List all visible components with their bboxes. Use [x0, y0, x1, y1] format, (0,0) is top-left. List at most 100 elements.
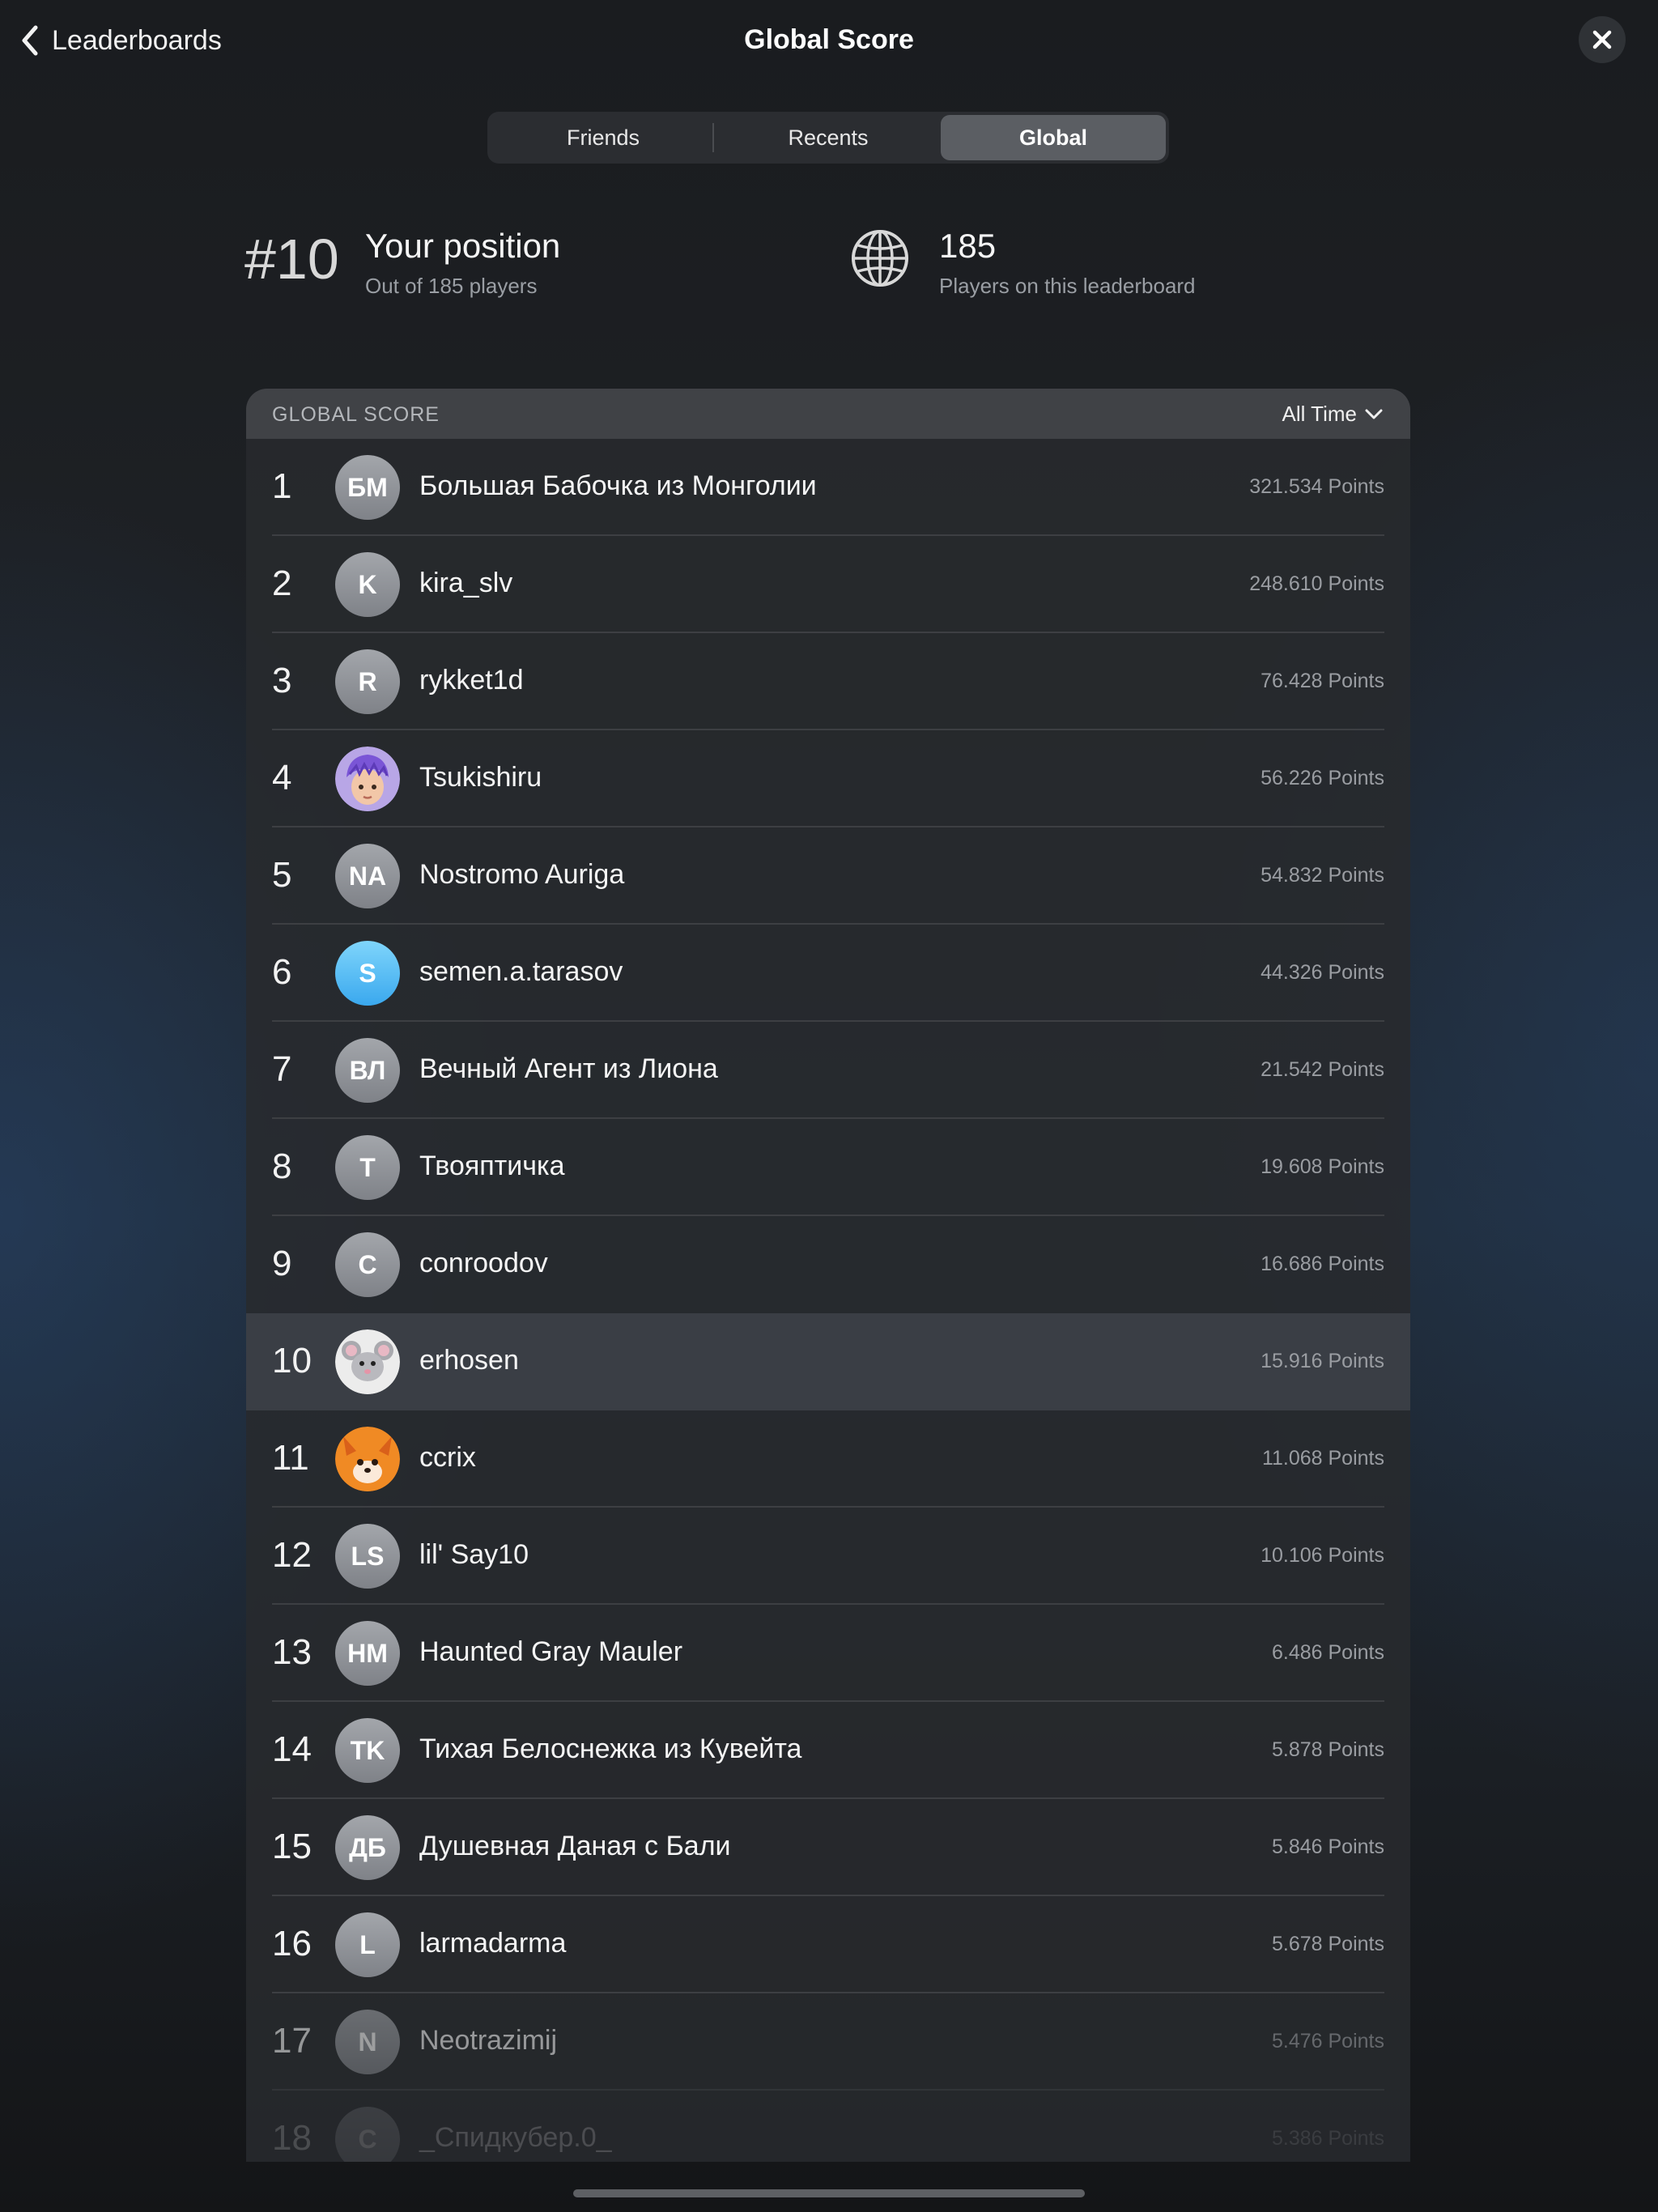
home-indicator[interactable] [573, 2189, 1085, 2197]
player-points: 19.608 Points [1261, 1155, 1384, 1178]
player-name: lil' Say10 [419, 1539, 529, 1570]
avatar: HM [335, 1621, 400, 1686]
player-name: rykket1d [419, 665, 524, 696]
rank-number: 4 [272, 758, 292, 798]
globe-icon [852, 230, 908, 287]
table-row[interactable]: 12 LS lil' Say10 10.106 Points [246, 1508, 1410, 1605]
player-points: 321.534 Points [1249, 475, 1384, 498]
player-points: 16.686 Points [1261, 1253, 1384, 1275]
time-filter-dropdown[interactable]: All Time [1282, 402, 1383, 427]
time-filter-label: All Time [1282, 402, 1357, 426]
your-position-subtitle: Out of 185 players [365, 274, 538, 298]
table-row[interactable]: 18 C _Спидкубер.0_ 5.386 Points [246, 2091, 1410, 2162]
player-name: Большая Бабочка из Монголии [419, 470, 817, 501]
player-points: 5.878 Points [1272, 1738, 1384, 1761]
table-row[interactable]: 9 C conroodov 16.686 Points [246, 1216, 1410, 1313]
your-rank: #10 [244, 228, 339, 291]
player-name: kira_slv [419, 568, 513, 598]
table-row[interactable]: 7 ВЛ Вечный Агент из Лиона 21.542 Points [246, 1022, 1410, 1119]
player-points: 10.106 Points [1261, 1544, 1384, 1567]
avatar: ВЛ [335, 1038, 400, 1103]
rank-number: 1 [272, 466, 292, 506]
avatar: C [335, 2107, 400, 2162]
table-row[interactable]: 14 TK Тихая Белоснежка из Кувейта 5.878 … [246, 1702, 1410, 1799]
memoji-avatar [335, 1427, 400, 1491]
leaderboard-list: 1 БМ Большая Бабочка из Монголии 321.534… [246, 439, 1410, 2162]
rank-number: 3 [272, 661, 292, 700]
rank-number: 14 [272, 1729, 312, 1769]
close-button[interactable] [1579, 16, 1626, 63]
avatar: N [335, 2010, 400, 2074]
player-points: 5.386 Points [1272, 2127, 1384, 2150]
player-count-subtitle: Players on this leaderboard [939, 274, 1196, 298]
player-points: 5.846 Points [1272, 1836, 1384, 1858]
player-name: _Спидкубер.0_ [419, 2122, 612, 2153]
table-row[interactable]: 16 L larmadarma 5.678 Points [246, 1896, 1410, 1993]
avatar: NA [335, 844, 400, 908]
player-name: Nostromo Auriga [419, 859, 625, 890]
table-row[interactable]: 3 R rykket1d 76.428 Points [246, 633, 1410, 730]
rank-number: 10 [272, 1341, 312, 1380]
rank-number: 16 [272, 1924, 312, 1963]
avatar: C [335, 1232, 400, 1297]
player-points: 54.832 Points [1261, 864, 1384, 887]
leaderboard-header: GLOBAL SCORE All Time [246, 389, 1410, 439]
table-row[interactable]: 6 S semen.a.tarasov 44.326 Points [246, 925, 1410, 1022]
close-icon [1592, 30, 1612, 49]
rank-number: 13 [272, 1632, 312, 1672]
player-points: 76.428 Points [1261, 670, 1384, 692]
player-name: Твояптичка [419, 1151, 565, 1181]
table-row[interactable]: 8 T Твояптичка 19.608 Points [246, 1119, 1410, 1216]
segment-divider [712, 123, 714, 152]
rank-number: 12 [272, 1535, 312, 1575]
tab-recents[interactable]: Recents [716, 115, 941, 160]
player-name: Tsukishiru [419, 762, 542, 793]
avatar: S [335, 941, 400, 1006]
player-points: 11.068 Points [1261, 1447, 1384, 1470]
table-row[interactable]: 11 ccrix 11.068 Points [246, 1410, 1410, 1508]
avatar: T [335, 1135, 400, 1200]
rank-number: 18 [272, 2118, 312, 2158]
player-name: ccrix [419, 1442, 476, 1473]
your-position-title: Your position [365, 227, 561, 265]
top-bar: Leaderboards Global Score [0, 0, 1658, 81]
table-row[interactable]: 15 ДБ Душевная Даная с Бали 5.846 Points [246, 1799, 1410, 1896]
player-name: Haunted Gray Mauler [419, 1636, 683, 1667]
player-name: Душевная Даная с Бали [419, 1831, 731, 1861]
memoji-purple-hair-icon [335, 747, 400, 811]
avatar: L [335, 1912, 400, 1977]
table-row[interactable]: 17 N Neotrazimij 5.476 Points [246, 1993, 1410, 2091]
table-row[interactable]: 2 K kira_slv 248.610 Points [246, 536, 1410, 633]
rank-number: 6 [272, 952, 292, 992]
memoji-mouse-icon [335, 1329, 400, 1394]
current-player-row[interactable]: 10 erhosen 15.916 Points [246, 1313, 1410, 1410]
player-points: 6.486 Points [1272, 1641, 1384, 1664]
memoji-avatar [335, 747, 400, 811]
rank-number: 15 [272, 1827, 312, 1866]
avatar: ДБ [335, 1815, 400, 1880]
rank-number: 17 [272, 2021, 312, 2061]
scope-segmented-control: Friends Recents Global [487, 112, 1169, 164]
table-row[interactable]: 4 Tsukishiru 56.226 Points [246, 730, 1410, 827]
rank-number: 2 [272, 564, 292, 603]
player-points: 15.916 Points [1261, 1350, 1384, 1372]
table-row[interactable]: 5 NA Nostromo Auriga 54.832 Points [246, 827, 1410, 925]
rank-number: 7 [272, 1049, 292, 1089]
memoji-avatar [335, 1329, 400, 1394]
tab-global[interactable]: Global [941, 115, 1166, 160]
avatar: БМ [335, 455, 400, 520]
rank-number: 9 [272, 1244, 292, 1283]
player-name: Вечный Агент из Лиона [419, 1053, 718, 1084]
player-points: 248.610 Points [1249, 572, 1384, 595]
rank-number: 8 [272, 1146, 292, 1186]
table-row[interactable]: 13 HM Haunted Gray Mauler 6.486 Points [246, 1605, 1410, 1702]
player-name: conroodov [419, 1248, 548, 1278]
avatar: K [335, 552, 400, 617]
table-row[interactable]: 1 БМ Большая Бабочка из Монголии 321.534… [246, 439, 1410, 536]
leaderboard-header-label: GLOBAL SCORE [272, 403, 440, 426]
player-name: erhosen [419, 1345, 519, 1376]
tab-friends[interactable]: Friends [491, 115, 716, 160]
chevron-down-icon [1365, 409, 1383, 419]
player-points: 5.678 Points [1272, 1933, 1384, 1955]
avatar: LS [335, 1524, 400, 1589]
